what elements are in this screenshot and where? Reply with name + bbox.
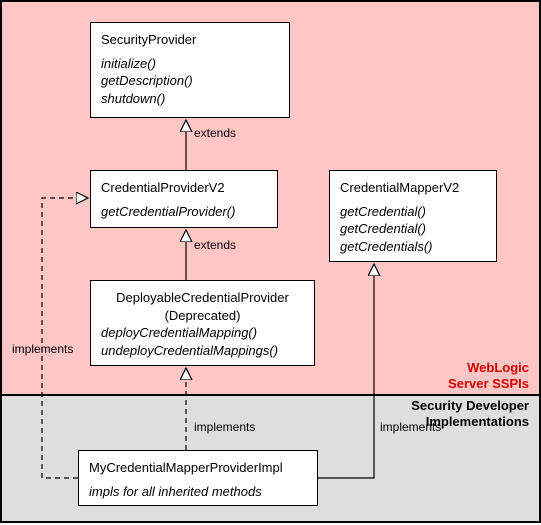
class-title: CredentialProviderV2 [101, 179, 267, 197]
edge-label-extends: extends [194, 238, 236, 252]
edge-label-implements: implements [194, 420, 255, 434]
class-method: getDescription() [101, 72, 279, 90]
class-method: getCredential() [340, 220, 486, 238]
class-method: getCredentialProvider() [101, 203, 267, 221]
class-method: undeployCredentialMappings() [101, 342, 304, 360]
edge-label-extends: extends [194, 126, 236, 140]
class-note: impls for all inherited methods [89, 483, 307, 501]
class-method: initialize() [101, 55, 279, 73]
class-title: DeployableCredentialProvider [101, 289, 304, 307]
label-line: WebLogic [448, 360, 529, 376]
class-title: CredentialMapperV2 [340, 179, 486, 197]
class-subtitle: (Deprecated) [101, 307, 304, 325]
class-method: shutdown() [101, 90, 279, 108]
region-label-top: WebLogic Server SSPIs [448, 360, 529, 391]
diagram-canvas: SecurityProvider initialize() getDescrip… [0, 0, 541, 523]
class-my-credential-mapper-provider-impl: MyCredentialMapperProviderImpl impls for… [78, 450, 318, 506]
class-credential-provider-v2: CredentialProviderV2 getCredentialProvid… [90, 170, 278, 228]
region-divider [2, 394, 539, 396]
edge-label-implements: implements [380, 420, 441, 434]
label-line: Server SSPIs [448, 376, 529, 392]
class-method: deployCredentialMapping() [101, 324, 304, 342]
class-title: MyCredentialMapperProviderImpl [89, 459, 307, 477]
class-deployable-credential-provider: DeployableCredentialProvider (Deprecated… [90, 280, 315, 366]
label-line: Security Developer [411, 398, 529, 414]
class-credential-mapper-v2: CredentialMapperV2 getCredential() getCr… [329, 170, 497, 262]
class-title: SecurityProvider [101, 31, 279, 49]
class-method: getCredential() [340, 203, 486, 221]
edge-label-implements: implements [12, 342, 73, 356]
class-method: getCredentials() [340, 238, 486, 256]
class-security-provider: SecurityProvider initialize() getDescrip… [90, 22, 290, 118]
